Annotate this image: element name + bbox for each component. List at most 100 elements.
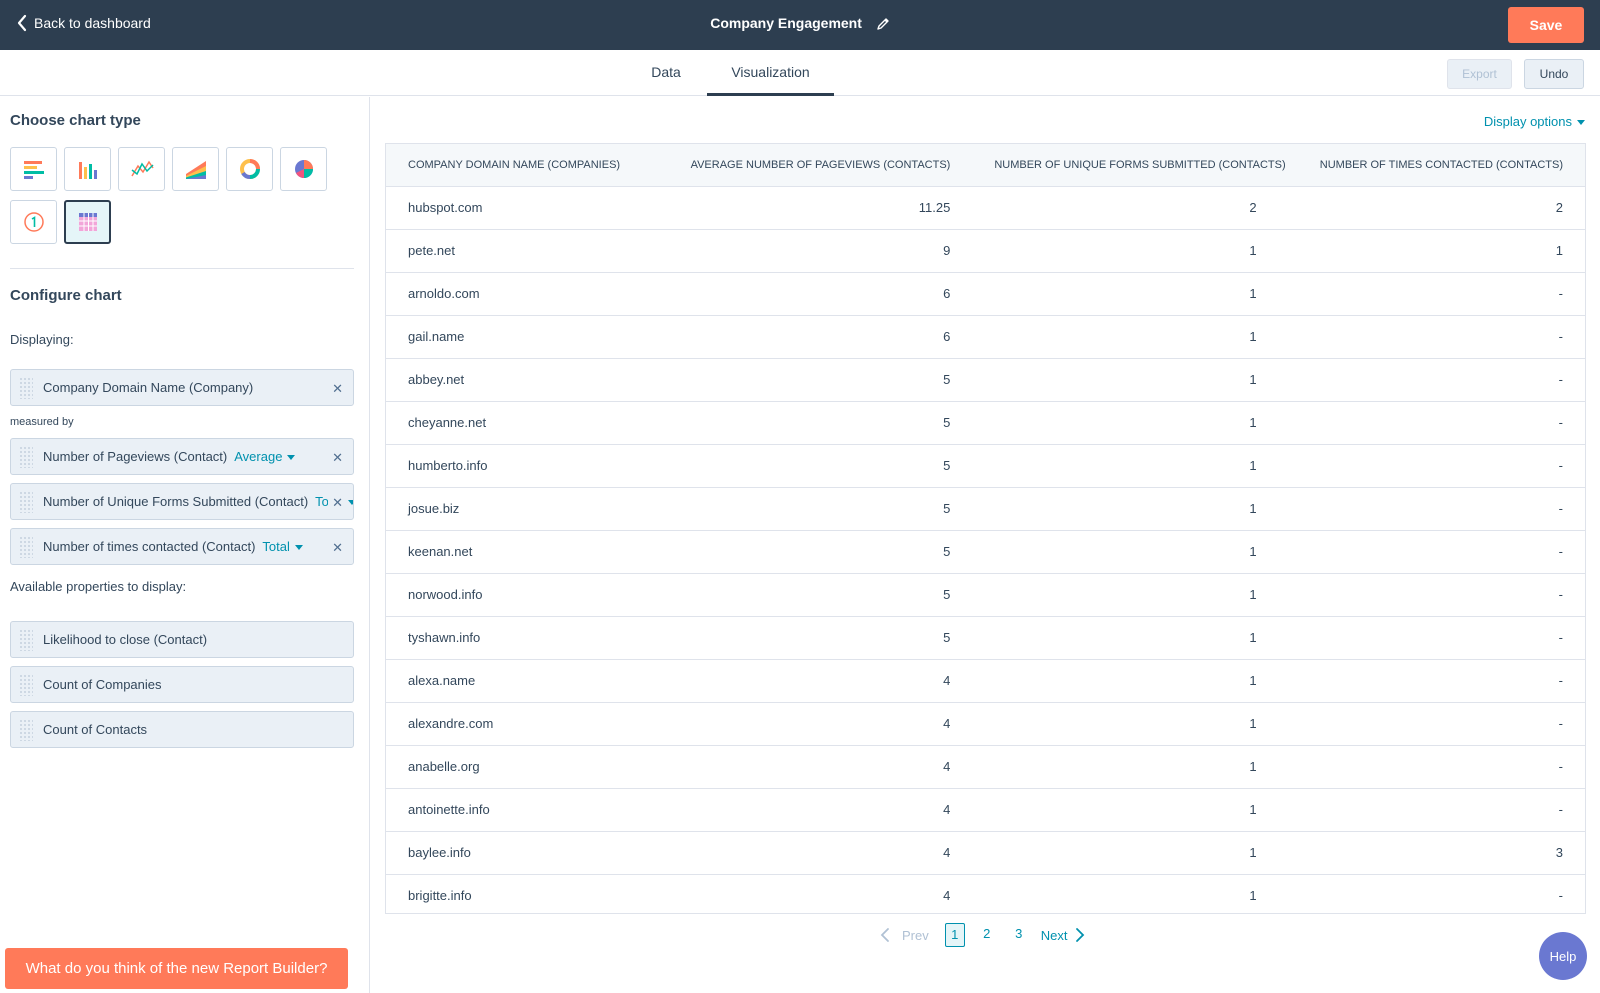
column-header[interactable]: COMPANY DOMAIN NAME (COMPANIES) xyxy=(386,144,666,187)
dimension-pill[interactable]: Company Domain Name (Company) ✕ xyxy=(10,369,354,406)
display-options-label: Display options xyxy=(1483,114,1572,129)
tab-data[interactable]: Data xyxy=(636,50,696,96)
drag-handle-icon[interactable] xyxy=(19,376,33,399)
table-cell-domain: gail.name xyxy=(386,315,666,359)
remove-icon[interactable]: ✕ xyxy=(328,495,343,511)
drag-handle-icon[interactable] xyxy=(19,628,33,651)
next-page-button[interactable]: Next xyxy=(1041,927,1086,943)
pill-label: Likelihood to close (Contact) xyxy=(43,632,208,647)
remove-icon[interactable]: ✕ xyxy=(328,540,343,556)
chart-type-area[interactable] xyxy=(172,147,219,191)
table-cell-value: - xyxy=(1278,745,1585,789)
page-button-3[interactable]: 3 xyxy=(1009,923,1029,947)
pagination: Prev 1 2 3 Next xyxy=(0,923,1600,949)
pill-label: Count of Companies xyxy=(43,677,162,692)
table-cell-value: 1 xyxy=(972,272,1279,316)
table-cell-value: - xyxy=(1278,530,1585,574)
section-divider xyxy=(10,268,354,269)
drag-handle-icon[interactable] xyxy=(19,535,33,558)
table-cell-value: 1 xyxy=(972,702,1279,746)
pie-chart-icon xyxy=(294,160,313,178)
pill-label: Company Domain Name (Company) xyxy=(43,380,254,395)
chart-type-line[interactable] xyxy=(118,147,165,191)
chart-type-vertical-bar[interactable] xyxy=(64,147,111,191)
table-cell-value: 2 xyxy=(972,186,1279,230)
available-property-pill[interactable]: Count of Companies xyxy=(10,666,354,703)
measured-by-label: measured by xyxy=(10,416,74,428)
page-button-1[interactable]: 1 xyxy=(944,923,965,947)
undo-button[interactable]: Undo xyxy=(1524,59,1584,89)
drag-handle-icon[interactable] xyxy=(19,490,33,513)
table-cell-value: 1 xyxy=(972,831,1279,875)
area-chart-icon xyxy=(185,161,206,179)
measure-pill[interactable]: Number of Pageviews (Contact) Average ✕ xyxy=(10,438,354,475)
table-cell-value: 1 xyxy=(972,444,1279,488)
aggregation-label: Average xyxy=(234,449,283,464)
tab-bar: Data Visualization Export Undo xyxy=(0,50,1600,96)
chart-type-pie[interactable] xyxy=(280,147,327,191)
aggregation-dropdown[interactable]: Average xyxy=(234,449,296,464)
table-cell-value: 1 xyxy=(972,315,1279,359)
column-header[interactable]: NUMBER OF UNIQUE FORMS SUBMITTED (CONTAC… xyxy=(972,144,1286,187)
tab-visualization[interactable]: Visualization xyxy=(707,50,834,96)
table-cell-value: 1 xyxy=(972,530,1279,574)
display-options-dropdown[interactable]: Display options xyxy=(1484,114,1585,129)
measure-pill[interactable]: Number of times contacted (Contact) Tota… xyxy=(10,528,354,565)
table-row: norwood.info 5 1- xyxy=(386,573,1585,617)
column-header[interactable]: NUMBER OF TIMES CONTACTED (CONTACTS) xyxy=(1278,144,1585,187)
table-cell-value: - xyxy=(1278,788,1585,832)
table-row: alexandre.com 4 1- xyxy=(386,702,1585,746)
top-bar: Back to dashboard Company Engagement Sav… xyxy=(0,0,1600,50)
export-button[interactable]: Export xyxy=(1447,59,1512,89)
measure-pill[interactable]: Number of Unique Forms Submitted (Contac… xyxy=(10,483,354,520)
table-cell-value: 1 xyxy=(972,358,1279,402)
table-cell-value: 5 xyxy=(666,573,973,617)
table-row: humberto.info 5 1- xyxy=(386,444,1585,488)
feedback-button[interactable]: What do you think of the new Report Buil… xyxy=(5,948,348,989)
table-cell-value: 4 xyxy=(666,745,973,789)
data-table: COMPANY DOMAIN NAME (COMPANIES) AVERAGE … xyxy=(386,144,1585,917)
save-button[interactable]: Save xyxy=(1508,7,1584,43)
table-cell-value: 1 xyxy=(972,659,1279,703)
remove-icon[interactable]: ✕ xyxy=(328,381,343,397)
column-header[interactable]: AVERAGE NUMBER OF PAGEVIEWS (CONTACTS) xyxy=(666,144,973,187)
available-property-pill[interactable]: Likelihood to close (Contact) xyxy=(10,621,354,658)
table-cell-value: - xyxy=(1278,315,1585,359)
page-button-2[interactable]: 2 xyxy=(977,923,997,947)
table-cell-domain: humberto.info xyxy=(386,444,666,488)
chart-type-horizontal-bar[interactable] xyxy=(10,147,57,191)
pill-label: Count of Contacts xyxy=(43,722,148,737)
choose-chart-type-heading: Choose chart type xyxy=(10,112,141,129)
remove-icon[interactable]: ✕ xyxy=(328,450,343,466)
configure-chart-heading: Configure chart xyxy=(10,287,122,304)
chart-type-table[interactable] xyxy=(64,200,111,244)
table-row: baylee.info 4 1 3 xyxy=(386,831,1585,875)
drag-handle-icon[interactable] xyxy=(19,673,33,696)
pencil-edit-icon[interactable] xyxy=(876,17,890,31)
table-cell-value: 4 xyxy=(666,788,973,832)
aggregation-dropdown[interactable]: Total xyxy=(262,539,303,554)
line-chart-icon xyxy=(130,160,154,177)
drag-handle-icon[interactable] xyxy=(19,445,33,468)
table-cell-value: 5 xyxy=(666,487,973,531)
chart-type-kpi[interactable] xyxy=(10,200,57,244)
drag-handle-icon[interactable] xyxy=(19,718,33,741)
table-cell-value: - xyxy=(1278,487,1585,531)
caret-down-icon xyxy=(294,545,303,551)
chart-type-donut[interactable] xyxy=(226,147,273,191)
table-cell-domain: anabelle.org xyxy=(386,745,666,789)
horizontal-bar-chart-icon xyxy=(23,161,44,179)
table-cell-value: 6 xyxy=(666,272,973,316)
caret-down-icon xyxy=(1577,120,1585,126)
help-button[interactable]: Help xyxy=(1539,932,1587,980)
report-title[interactable]: Company Engagement xyxy=(710,15,862,31)
table-row: hubspot.com 11.25 2 2 xyxy=(386,186,1585,230)
table-row: abbey.net 5 1- xyxy=(386,358,1585,402)
aggregation-label: Total xyxy=(262,539,290,554)
table-cell-value: 1 xyxy=(972,745,1279,789)
available-property-pill[interactable]: Count of Contacts xyxy=(10,711,354,748)
prev-page-button: Prev xyxy=(880,927,929,943)
table-cell-value: 4 xyxy=(666,702,973,746)
table-cell-value: 1 xyxy=(972,616,1279,660)
table-cell-value: 9 xyxy=(666,229,973,273)
